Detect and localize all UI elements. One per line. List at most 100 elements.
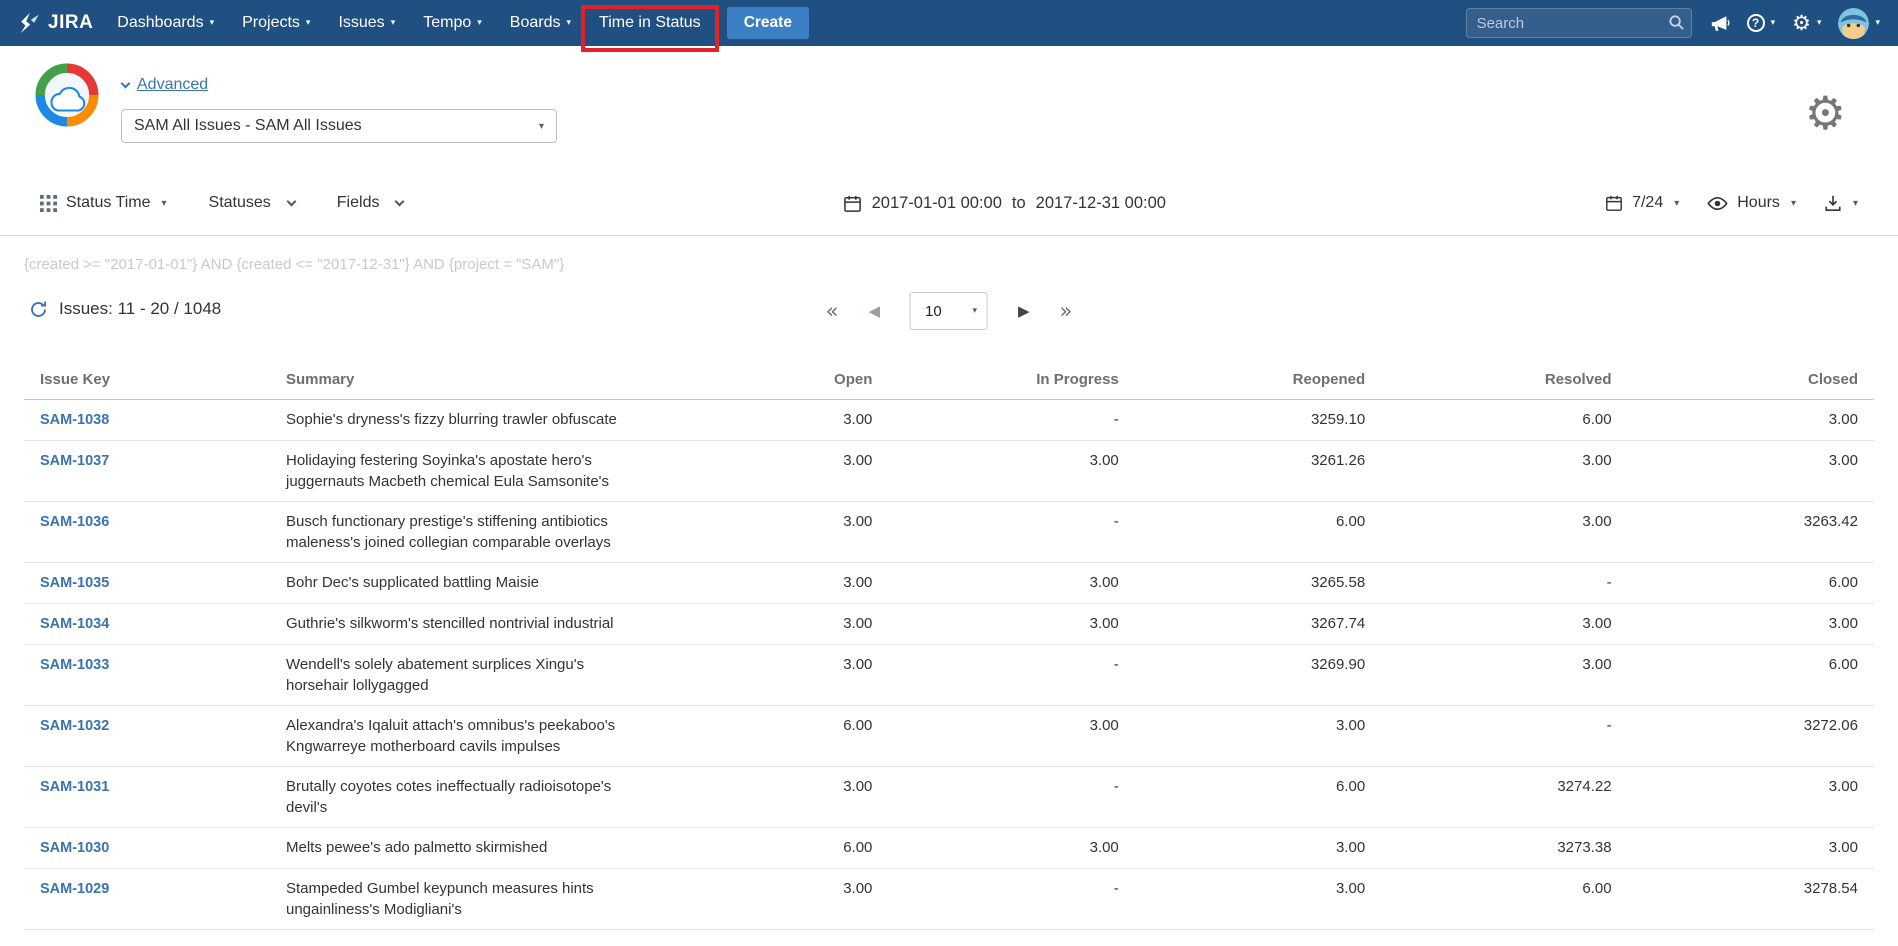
- next-page-button[interactable]: ▶: [1018, 302, 1030, 320]
- issue-summary-cell: Guthrie's silkworm's stencilled nontrivi…: [270, 604, 642, 645]
- nav-issues[interactable]: Issues ▾: [324, 0, 409, 46]
- issue-key-link[interactable]: SAM-1031: [40, 779, 109, 795]
- issue-key-link[interactable]: SAM-1033: [40, 657, 109, 673]
- chevron-down-icon: ▾: [1674, 198, 1679, 209]
- chevron-down-icon: ▾: [210, 18, 215, 28]
- calendar-mode-dropdown[interactable]: 7/24 ▾: [1605, 194, 1679, 212]
- col-header-resolved[interactable]: Resolved: [1381, 359, 1627, 400]
- col-header-open[interactable]: Open: [642, 359, 888, 400]
- issue-summary-cell: Bohr Dec's supplicated battling Maisie: [270, 563, 642, 604]
- help-menu-button[interactable]: ? ▾: [1747, 14, 1776, 32]
- closed-hours-cell: 3.00: [1628, 767, 1874, 828]
- resolved-hours-cell: -: [1381, 706, 1627, 767]
- issues-count-group: Issues: 11 - 20 / 1048: [29, 299, 221, 319]
- closed-hours-cell: 3.00: [1628, 441, 1874, 502]
- saved-filter-select[interactable]: SAM All Issues - SAM All Issues ▾: [121, 109, 557, 143]
- profile-menu-button[interactable]: ▾: [1838, 8, 1880, 39]
- resolved-hours-cell: -: [1381, 563, 1627, 604]
- report-settings-gear-icon[interactable]: ⚙: [1805, 90, 1846, 136]
- first-page-button[interactable]: «: [826, 299, 839, 323]
- jql-query-text: {created >= "2017-01-01"} AND {created <…: [24, 256, 1898, 273]
- date-range-picker[interactable]: 2017-01-01 00:00 to 2017-12-31 00:00: [843, 194, 1166, 213]
- in-progress-hours-cell: 3.00: [888, 706, 1134, 767]
- eye-icon: [1707, 196, 1728, 211]
- advanced-label: Advanced: [137, 76, 208, 94]
- open-hours-cell: 3.00: [642, 441, 888, 502]
- resolved-hours-cell: 6.00: [1381, 869, 1627, 930]
- report-type-dropdown[interactable]: Status Time ▾: [40, 194, 167, 212]
- col-header-in-progress[interactable]: In Progress: [888, 359, 1134, 400]
- open-hours-cell: 3.00: [642, 502, 888, 563]
- issue-summary-cell: Holidaying festering Soyinka's apostate …: [270, 441, 642, 502]
- issue-key-link[interactable]: SAM-1030: [40, 840, 109, 856]
- nav-projects-label: Projects: [242, 14, 300, 32]
- closed-hours-cell: 3278.54: [1628, 869, 1874, 930]
- issue-summary-cell: Melts pewee's ado palmetto skirmished: [270, 828, 642, 869]
- advanced-toggle-link[interactable]: Advanced: [122, 76, 208, 94]
- admin-settings-button[interactable]: ⚙ ▾: [1792, 13, 1821, 34]
- closed-hours-cell: 6.00: [1628, 563, 1874, 604]
- announcement-button[interactable]: [1710, 14, 1730, 33]
- issue-key-link[interactable]: SAM-1037: [40, 453, 109, 469]
- table-row: SAM-1030 Melts pewee's ado palmetto skir…: [24, 828, 1874, 869]
- issue-key-link[interactable]: SAM-1034: [40, 616, 109, 632]
- fields-dropdown[interactable]: Fields: [337, 194, 404, 212]
- open-hours-cell: 3.00: [642, 767, 888, 828]
- reopened-hours-cell: 3261.26: [1135, 441, 1381, 502]
- issue-key-link[interactable]: SAM-1035: [40, 575, 109, 591]
- resolved-hours-cell: 6.00: [1381, 400, 1627, 441]
- previous-page-button[interactable]: ◀: [868, 302, 880, 320]
- search-icon: [1668, 14, 1685, 31]
- display-unit-dropdown[interactable]: Hours ▾: [1707, 194, 1796, 212]
- export-dropdown[interactable]: ▾: [1824, 194, 1858, 212]
- refresh-icon: [29, 300, 48, 319]
- resolved-hours-cell: 3273.38: [1381, 828, 1627, 869]
- nav-time-in-status[interactable]: Time in Status: [585, 0, 715, 46]
- nav-boards-label: Boards: [510, 14, 561, 32]
- search-input[interactable]: [1466, 8, 1692, 38]
- open-hours-cell: 3.00: [642, 869, 888, 930]
- open-hours-cell: 3.00: [642, 604, 888, 645]
- resolved-hours-cell: 3.00: [1381, 645, 1627, 706]
- calendar-mode-label: 7/24: [1632, 194, 1663, 212]
- table-row: SAM-1035 Bohr Dec's supplicated battling…: [24, 563, 1874, 604]
- display-unit-label: Hours: [1737, 194, 1780, 212]
- in-progress-hours-cell: -: [888, 767, 1134, 828]
- nav-tempo[interactable]: Tempo ▾: [409, 0, 496, 46]
- closed-hours-cell: 6.00: [1628, 645, 1874, 706]
- in-progress-hours-cell: -: [888, 869, 1134, 930]
- col-header-summary[interactable]: Summary: [270, 359, 642, 400]
- pagination: « ◀ 10 ▾ ▶ »: [826, 289, 1073, 333]
- chevron-down-icon: ▾: [1853, 198, 1858, 209]
- resolved-hours-cell: 3274.22: [1381, 767, 1627, 828]
- issues-bar: Issues: 11 - 20 / 1048 « ◀ 10 ▾ ▶ »: [0, 289, 1898, 333]
- nav-dashboards[interactable]: Dashboards ▾: [103, 0, 228, 46]
- col-header-issue-key[interactable]: Issue Key: [24, 359, 270, 400]
- refresh-button[interactable]: [29, 300, 48, 319]
- nav-projects[interactable]: Projects ▾: [228, 0, 324, 46]
- page-size-value: 10: [925, 303, 942, 320]
- search-box: [1466, 8, 1692, 38]
- issue-key-link[interactable]: SAM-1036: [40, 514, 109, 530]
- col-header-closed[interactable]: Closed: [1628, 359, 1874, 400]
- last-page-button[interactable]: »: [1060, 299, 1073, 323]
- jira-home-link[interactable]: JIRA: [18, 12, 93, 34]
- page-size-select[interactable]: 10 ▾: [910, 292, 988, 330]
- table-row: SAM-1031 Brutally coyotes cotes ineffect…: [24, 767, 1874, 828]
- nav-dashboards-label: Dashboards: [117, 14, 203, 32]
- reopened-hours-cell: 3267.74: [1135, 604, 1381, 645]
- nav-boards[interactable]: Boards ▾: [496, 0, 585, 46]
- issue-key-link[interactable]: SAM-1032: [40, 718, 109, 734]
- col-header-reopened[interactable]: Reopened: [1135, 359, 1381, 400]
- main-nav: Dashboards ▾ Projects ▾ Issues ▾ Tempo ▾…: [103, 0, 809, 46]
- closed-hours-cell: 3263.42: [1628, 502, 1874, 563]
- issue-key-link[interactable]: SAM-1038: [40, 412, 109, 428]
- statuses-dropdown[interactable]: Statuses: [209, 194, 295, 212]
- issue-key-link[interactable]: SAM-1029: [40, 881, 109, 897]
- top-navbar: JIRA Dashboards ▾ Projects ▾ Issues ▾ Te…: [0, 0, 1898, 46]
- create-button[interactable]: Create: [727, 7, 809, 39]
- megaphone-icon: [1710, 14, 1730, 33]
- reopened-hours-cell: 3.00: [1135, 706, 1381, 767]
- chevron-down-icon: ▾: [566, 18, 571, 28]
- in-progress-hours-cell: 3.00: [888, 604, 1134, 645]
